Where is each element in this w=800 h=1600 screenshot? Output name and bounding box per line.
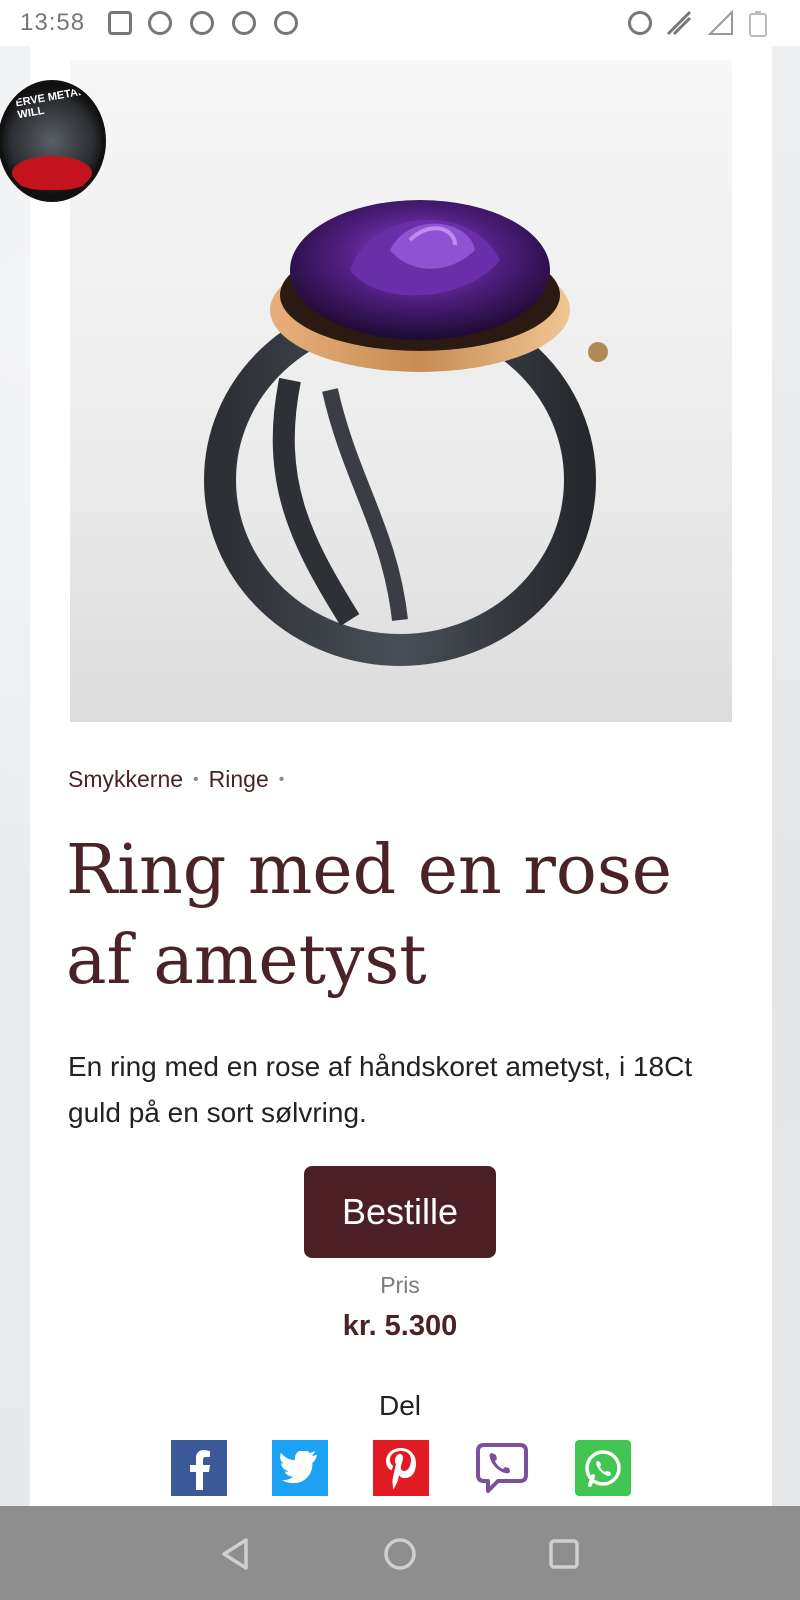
share-viber-button[interactable] [472,1437,532,1497]
share-whatsapp-button[interactable] [575,1440,631,1496]
notification-icon [148,11,172,35]
status-time: 13:58 [20,9,86,36]
recents-icon[interactable] [546,1536,582,1572]
avatar-badge [12,156,92,190]
share-pinterest-button[interactable] [373,1440,429,1496]
order-button[interactable]: Bestille [304,1166,496,1258]
share-label: Del [378,1390,421,1421]
battery-icon [748,10,768,45]
wifi-icon [666,10,692,43]
breadcrumb: Smykkerne • Ringe • [68,766,284,793]
notification-icon [190,11,214,35]
navigation-bar [0,1506,800,1600]
product-title: Ring med en rose af ametyst [66,831,672,1000]
breadcrumb-separator: • [278,770,285,788]
share-twitter-button[interactable] [272,1440,328,1496]
back-icon[interactable] [218,1536,254,1572]
product-image [70,60,732,722]
avatar-text: ERVE METAL WILL [14,85,86,122]
status-bar: 13:58 [0,0,800,46]
whatsapp-icon [585,1450,621,1487]
viber-icon [476,1443,528,1493]
facebook-icon [190,1450,210,1490]
pinterest-icon [386,1448,416,1489]
alarm-icon [628,11,652,35]
share-facebook-button[interactable] [171,1440,227,1496]
breadcrumb-item-smykkerne[interactable]: Smykkerne [68,766,183,793]
breadcrumb-separator: • [193,770,199,788]
price-value: kr. 5.300 [342,1310,458,1342]
product-description: En ring med en rose af håndskoret ametys… [68,1051,693,1128]
notification-icon [232,11,256,35]
price-label: Pris [380,1272,420,1298]
signal-icon [707,9,734,43]
breadcrumb-item-ringe[interactable]: Ringe [209,766,269,793]
twitter-icon [280,1451,317,1484]
location-icon [274,11,298,35]
home-icon[interactable] [382,1536,418,1572]
floating-avatar[interactable]: ERVE METAL WILL [0,80,106,202]
notification-icon [108,11,132,35]
